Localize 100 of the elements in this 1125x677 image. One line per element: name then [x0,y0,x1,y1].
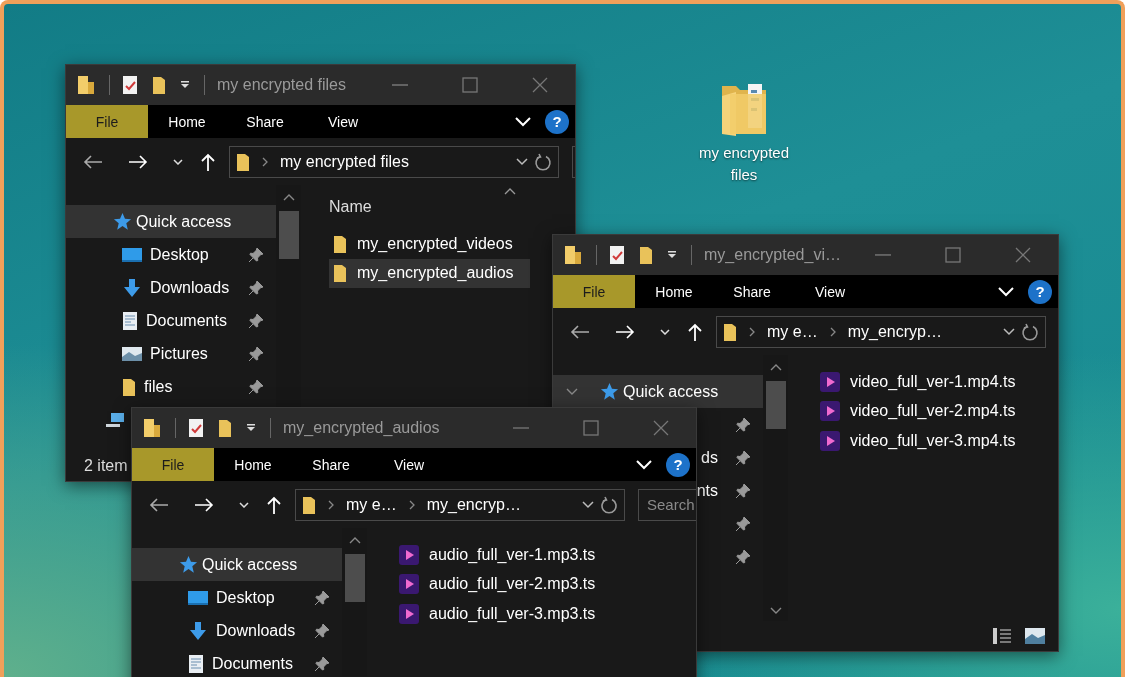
dropdown-icon[interactable] [667,250,677,260]
breadcrumb[interactable]: my_encryp… [426,495,521,514]
breadcrumb[interactable]: my_encryp… [847,322,942,341]
breadcrumb[interactable]: my e… [767,322,818,341]
up-arrow-icon[interactable] [688,322,702,341]
sidebar-item[interactable]: Quick access [66,205,276,238]
pin-icon[interactable] [248,246,264,263]
folder-icon[interactable] [564,244,582,266]
scroll-up-icon[interactable] [282,193,295,201]
refresh-icon[interactable] [1021,322,1039,341]
address-bar[interactable]: my e… my_encryp… [716,315,1046,348]
folder-icon[interactable] [639,245,653,265]
ribbon-tab[interactable]: View [791,275,869,308]
scroll-up-icon[interactable] [348,536,361,544]
scroll-down-icon[interactable] [769,607,782,615]
pin-icon[interactable] [735,449,751,466]
scrollbar-thumb[interactable] [344,554,365,602]
file-item[interactable]: video_full_ver-3.mp4.ts [816,426,1013,456]
ribbon-tab[interactable]: View [370,448,448,481]
computer-icon[interactable] [105,411,125,428]
forward-arrow-icon[interactable] [615,324,635,339]
folder-icon[interactable] [77,74,95,96]
sidebar-item[interactable]: Downloads [132,614,342,647]
forward-arrow-icon[interactable] [194,497,214,512]
sidebar-item[interactable]: Downloads [66,271,276,304]
help-button[interactable]: ? [545,109,569,134]
sidebar-item[interactable]: Desktop [66,238,276,271]
file-item[interactable]: audio_full_ver-1.mp3.ts [395,540,651,570]
picture-view-icon[interactable] [1024,627,1046,645]
chevron-down-icon[interactable] [582,500,594,509]
breadcrumb[interactable]: my encrypted files [280,152,409,171]
pin-icon[interactable] [314,589,330,606]
folder-icon[interactable] [143,417,161,439]
desktop-icon-label[interactable]: my encrypted files [684,142,804,186]
checklist-icon[interactable] [188,418,204,438]
ribbon-tab[interactable]: Share [713,275,791,308]
file-menu-tab[interactable]: File [66,105,148,138]
sidebar-item[interactable]: Quick access [132,548,342,581]
scrollbar-thumb[interactable] [278,211,299,259]
refresh-icon[interactable] [534,152,552,171]
sidebar-item[interactable]: files [66,370,276,403]
pin-icon[interactable] [735,482,751,499]
details-view-icon[interactable] [992,627,1012,645]
back-arrow-icon[interactable] [83,154,103,169]
file-menu-tab[interactable]: File [553,275,635,308]
checklist-icon[interactable] [122,75,138,95]
folder-icon[interactable] [152,75,166,95]
scroll-up-icon[interactable] [769,363,782,371]
file-item[interactable]: my_encrypted_audios [329,258,530,288]
pin-icon[interactable] [735,515,751,532]
chevron-down-icon[interactable] [173,158,183,165]
up-arrow-icon[interactable] [267,495,281,514]
file-item[interactable]: video_full_ver-1.mp4.ts [816,367,1013,397]
ribbon-tab[interactable]: Home [635,275,713,308]
expand-chevron-icon[interactable] [565,387,578,396]
column-header[interactable]: Name [329,185,575,229]
scrollbar-thumb[interactable] [765,381,786,429]
ribbon-tab[interactable]: View [304,105,382,138]
ribbon-tab[interactable]: Share [226,105,304,138]
file-item[interactable]: audio_full_ver-2.mp3.ts [395,569,651,599]
sidebar-item[interactable]: nts [696,481,718,500]
breadcrumb[interactable]: my e… [346,495,397,514]
chevron-down-icon[interactable] [1003,327,1015,336]
ribbon-tab[interactable]: Home [214,448,292,481]
sidebar-item[interactable]: ds [701,448,718,467]
pin-icon[interactable] [248,378,264,395]
folder-icon[interactable] [218,418,232,438]
chevron-down-icon[interactable] [239,501,249,508]
chevron-down-icon[interactable] [660,328,670,335]
address-bar[interactable]: my encrypted files [229,145,559,178]
up-arrow-icon[interactable] [201,152,215,171]
sidebar-item[interactable]: Pictures [66,337,276,370]
file-item[interactable]: audio_full_ver-3.mp3.ts [395,599,651,629]
sidebar-item[interactable]: Quick access [553,375,763,408]
pin-icon[interactable] [248,312,264,329]
address-bar[interactable]: my e… my_encryp… [295,488,625,521]
dropdown-icon[interactable] [180,80,190,90]
pin-icon[interactable] [735,548,751,565]
dropdown-icon[interactable] [246,423,256,433]
chevron-down-icon[interactable] [516,157,528,166]
file-menu-tab[interactable]: File [132,448,214,481]
help-button[interactable]: ? [1028,279,1052,304]
sidebar-item[interactable]: Desktop [132,581,342,614]
back-arrow-icon[interactable] [570,324,590,339]
pin-icon[interactable] [248,345,264,362]
help-button[interactable]: ? [666,452,690,477]
pin-icon[interactable] [248,279,264,296]
sidebar-item[interactable]: Documents [66,304,276,337]
refresh-icon[interactable] [600,495,618,514]
ribbon-tab[interactable]: Share [292,448,370,481]
search-field[interactable]: Search [638,488,696,521]
sidebar-item[interactable]: Documents [132,647,342,677]
ribbon-tab[interactable]: Home [148,105,226,138]
back-arrow-icon[interactable] [149,497,169,512]
file-item[interactable]: video_full_ver-2.mp4.ts [816,396,1013,426]
forward-arrow-icon[interactable] [128,154,148,169]
file-item[interactable]: my_encrypted_videos [329,229,530,259]
pin-icon[interactable] [735,416,751,433]
checklist-icon[interactable] [609,245,625,265]
pin-icon[interactable] [314,655,330,672]
